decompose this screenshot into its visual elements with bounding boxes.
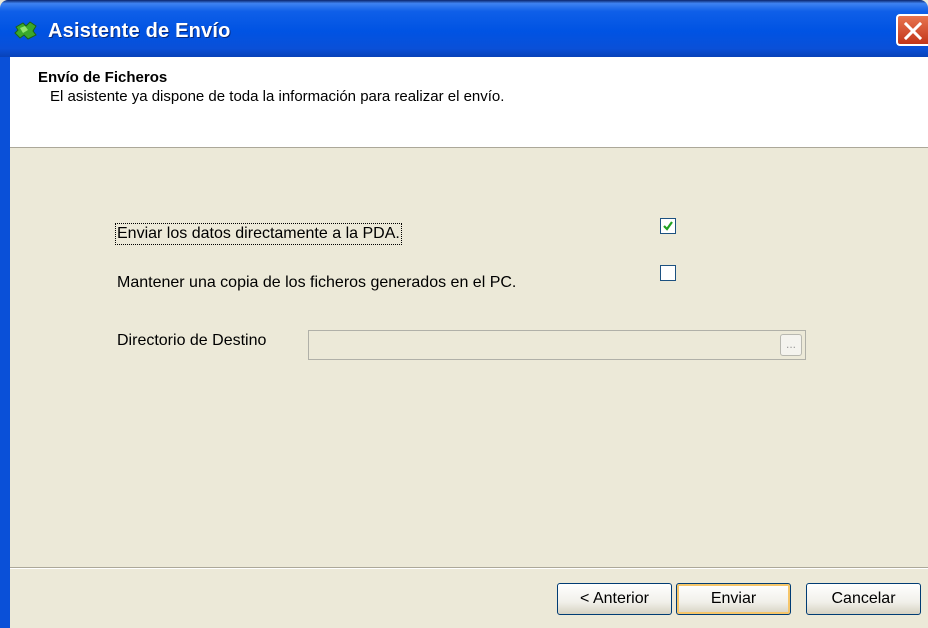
checkmark-icon [663,221,673,231]
cancel-button[interactable]: Cancelar [806,583,921,615]
close-icon [903,21,923,41]
footer-divider-highlight [10,568,928,569]
green-puzzle-icon [14,21,37,40]
window-title: Asistente de Envío [48,20,231,42]
page-subtitle: El asistente ya dispone de toda la infor… [50,88,505,105]
destination-label: Directorio de Destino [117,332,267,349]
keep-copy-checkbox[interactable] [660,265,676,281]
send-pda-label[interactable]: Enviar los datos directamente a la PDA. [115,223,402,245]
send-button[interactable]: Enviar [676,583,791,615]
destination-directory-field[interactable]: ... [308,330,806,360]
back-button[interactable]: < Anterior [557,583,672,615]
page-title: Envío de Ficheros [38,69,168,86]
wizard-window: Asistente de Envío Envío de Ficheros El … [0,0,928,628]
title-bar[interactable]: Asistente de Envío [0,0,928,57]
close-button[interactable] [896,14,928,46]
browse-button[interactable]: ... [780,334,802,356]
send-pda-checkbox[interactable] [660,218,676,234]
window-left-border [0,57,10,628]
wizard-header: Envío de Ficheros El asistente ya dispon… [10,57,928,148]
keep-copy-label[interactable]: Mantener una copia de los ficheros gener… [117,274,516,292]
